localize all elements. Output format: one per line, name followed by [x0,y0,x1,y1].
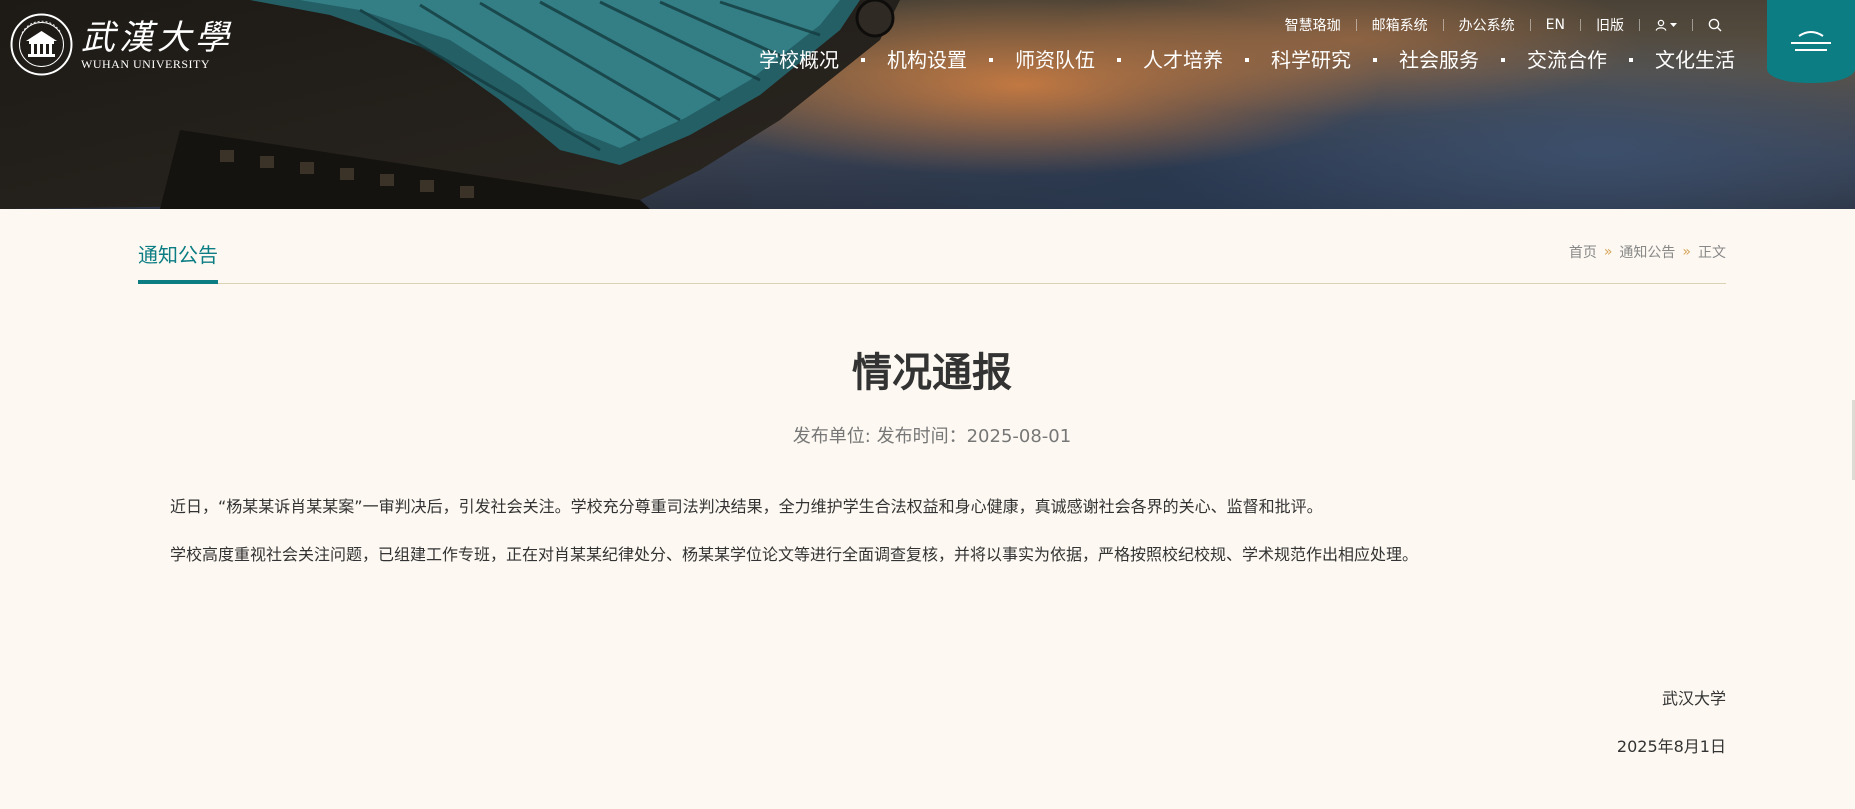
topbar-divider [1692,19,1693,31]
topbar-divider [1529,19,1531,31]
topbar-divider [1442,19,1444,31]
topbar-divider [1580,19,1581,31]
user-menu-button[interactable] [1655,19,1677,31]
article-paragraph: 近日，“杨某某诉肖某某案”一审判决后，引发社会关注。学校充分尊重司法判决结果，全… [170,496,1323,516]
header-banner: 武漢大學 WUHAN UNIVERSITY 智慧珞珈 邮箱系统 办公系统 EN … [0,0,1855,209]
nav-item-faculty[interactable]: 师资队伍 [1015,46,1095,74]
menu-icon [1791,30,1831,51]
logo-cn-name: 武漢大學 [81,17,233,58]
nav-separator-dot [1373,58,1377,62]
breadcrumb-separator-icon: » [1682,244,1691,260]
search-button[interactable] [1708,18,1722,32]
topbar-link-office[interactable]: 办公系统 [1459,15,1515,35]
nav-item-social-service[interactable]: 社会服务 [1399,46,1479,74]
nav-separator-dot [861,58,865,62]
main-content: 通知公告 首页 » 通知公告 » 正文 情况通报 发布单位: 发布时间：2025… [138,209,1726,756]
section-header: 通知公告 首页 » 通知公告 » 正文 [138,209,1726,284]
breadcrumb-separator-icon: » [1603,244,1613,260]
topbar-link-smart-luojia[interactable]: 智慧珞珈 [1285,15,1341,35]
logo-text: 武漢大學 WUHAN UNIVERSITY [81,19,233,71]
signature-org: 武汉大学 [1661,689,1726,708]
nav-item-culture[interactable]: 文化生活 [1655,46,1735,74]
breadcrumb-notices[interactable]: 通知公告 [1619,242,1675,262]
article-title: 情况通报 [852,350,1012,396]
nav-item-education[interactable]: 人才培养 [1143,46,1223,74]
top-utility-bar: 智慧珞珈 邮箱系统 办公系统 EN 旧版 [1285,15,1722,35]
menu-toggle-button[interactable] [1767,0,1855,83]
university-seal-icon [10,13,73,76]
caret-down-icon [1670,22,1677,27]
breadcrumb-current: 正文 [1698,245,1726,261]
topbar-link-old-version[interactable]: 旧版 [1596,15,1624,35]
logo-en-name: WUHAN UNIVERSITY [81,56,210,71]
nav-separator-dot [989,58,993,62]
nav-item-research[interactable]: 科学研究 [1271,46,1351,74]
signature-date: 2025年8月1日 [1616,737,1726,756]
topbar-link-english[interactable]: EN [1546,17,1565,33]
university-logo[interactable]: 武漢大學 WUHAN UNIVERSITY [10,13,233,76]
article-meta: 发布单位: 发布时间：2025-08-01 [792,425,1072,447]
user-icon [1655,19,1667,31]
topbar-divider [1355,19,1357,31]
topbar-divider [1639,19,1640,31]
nav-separator-dot [1245,58,1249,62]
nav-item-exchange[interactable]: 交流合作 [1527,46,1607,74]
search-icon [1708,18,1722,32]
article-signature: 武汉大学 2025年8月1日 [1617,687,1726,783]
breadcrumb-home[interactable]: 首页 [1569,242,1597,262]
nav-separator-dot [1629,58,1633,62]
article-paragraph: 学校高度重视社会关注问题，已组建工作专班，正在对肖某某纪律处分、杨某某学位论文等… [170,544,1419,564]
section-title: 通知公告 [138,242,218,284]
nav-item-school-overview[interactable]: 学校概况 [759,46,839,74]
nav-item-organization[interactable]: 机构设置 [887,46,967,74]
topbar-link-mail[interactable]: 邮箱系统 [1372,15,1428,35]
main-navigation: 学校概况 机构设置 师资队伍 人才培养 科学研究 社会服务 交流合作 文化生活 [759,46,1735,74]
article-body: 近日，“杨某某诉肖某某案”一审判决后，引发社会关注。学校充分尊重司法判决结果，全… [138,495,1726,567]
breadcrumb: 首页 » 通知公告 » 正文 [1569,242,1726,262]
nav-separator-dot [1501,58,1505,62]
nav-separator-dot [1117,58,1121,62]
